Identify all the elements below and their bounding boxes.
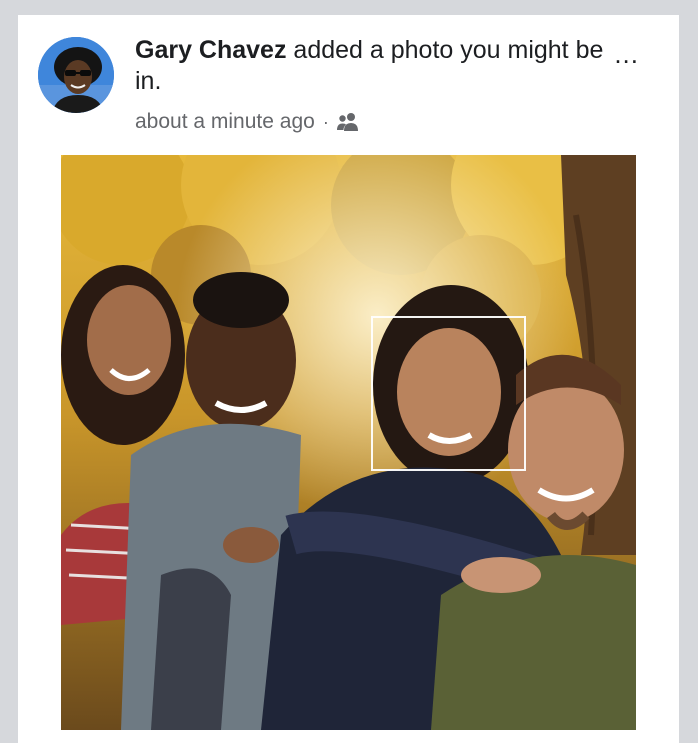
post-header: Gary Chavez added a photo you might be i… bbox=[135, 35, 605, 97]
timestamp[interactable]: about a minute ago bbox=[135, 110, 315, 134]
post-card: Gary Chavez added a photo you might be i… bbox=[18, 15, 679, 743]
group-photo-image bbox=[61, 155, 636, 730]
face-tag-box[interactable] bbox=[371, 316, 526, 471]
friends-icon[interactable] bbox=[336, 112, 360, 132]
feed-background: Gary Chavez added a photo you might be i… bbox=[0, 0, 698, 743]
author-name[interactable]: Gary Chavez bbox=[135, 36, 286, 64]
post-meta: about a minute ago · bbox=[135, 107, 360, 137]
avatar-image bbox=[38, 37, 114, 113]
meta-separator: · bbox=[322, 111, 329, 132]
post-photo[interactable] bbox=[61, 155, 636, 730]
author-avatar[interactable] bbox=[38, 37, 114, 113]
more-options-button[interactable]: ... bbox=[614, 41, 639, 67]
